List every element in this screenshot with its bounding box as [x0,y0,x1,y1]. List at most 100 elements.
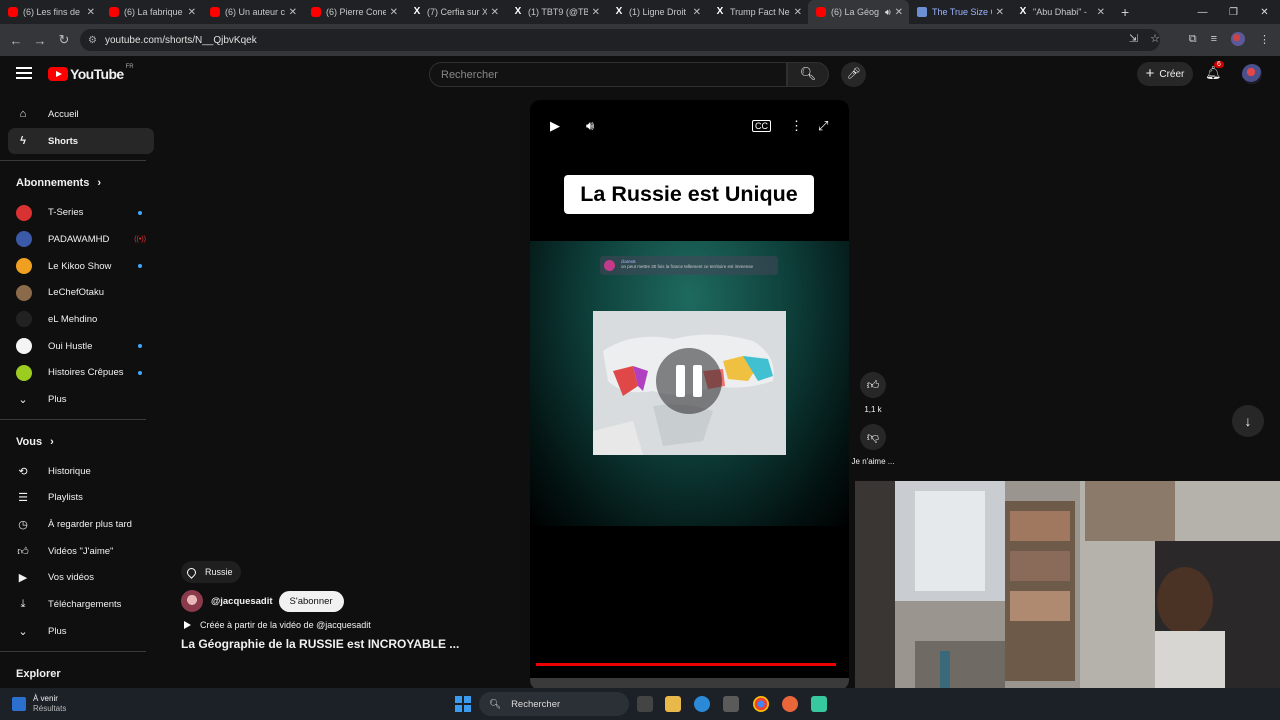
short-title[interactable]: La Géographie de la RUSSIE est INCROYABL… [181,637,511,651]
start-button-icon[interactable] [455,696,471,712]
browser-tab[interactable]: (6) La fabrique ✕ [101,0,202,24]
tab-close-icon[interactable]: ✕ [87,7,95,18]
sidebar-subscription-item[interactable]: Le Kikoo Show [8,253,154,280]
tab-close-icon[interactable]: ✕ [592,7,600,18]
browser-tab[interactable]: X (1) TBT9 (@TBT ✕ [505,0,606,24]
tab-close-icon[interactable]: ✕ [491,7,499,18]
tab-close-icon[interactable]: ✕ [794,7,802,18]
captions-icon[interactable]: CC [752,120,771,132]
sidebar-item-playlists[interactable]: ☰ Playlists [8,485,154,512]
you-header[interactable]: Vous › [8,426,154,458]
profile-avatar[interactable] [1231,32,1245,46]
notifications-button[interactable]: 🔔︎ 6 [1205,61,1224,81]
browser-menu-icon[interactable]: ⋮ [1259,33,1270,46]
browser-tab[interactable]: X Trump Fact Ne ✕ [707,0,808,24]
your-videos-icon: ▶ [18,572,28,585]
like-button[interactable]: 👍︎ [860,372,886,398]
new-tab-icon[interactable]: + [1121,4,1129,20]
next-short-button[interactable]: ↓ [1232,405,1264,437]
browser-tab[interactable]: X "Abu Dhabi" - ✕ [1010,0,1111,24]
fullscreen-icon[interactable]: ⤢ [818,118,828,134]
browser-tab[interactable]: X (7) Cerfia sur X ✕ [404,0,505,24]
browser-tab[interactable]: (6) Un auteur c ✕ [202,0,303,24]
tab-close-icon[interactable]: ✕ [1097,7,1105,18]
location-chip[interactable]: Russie [181,561,241,583]
sidebar-subscription-item[interactable]: eL Mehdino [8,306,154,333]
file-explorer-icon[interactable] [665,696,681,712]
x-favicon-icon: X [413,6,421,17]
sidebar-item-history[interactable]: ⟲ Historique [8,458,154,485]
reload-icon[interactable]: ↻ [52,32,76,48]
youtube-logo[interactable]: YouTube FR [48,64,134,82]
tab-close-icon[interactable]: ✕ [996,7,1004,18]
create-button[interactable]: + Créer [1137,62,1193,86]
install-app-icon[interactable]: ⇲ [1129,32,1138,45]
created-from-link[interactable]: Créée à partir de la vidéo de @jacquesad… [181,620,511,630]
sidebar-item-watch-later[interactable]: ◷ À regarder plus tard [8,511,154,538]
browser-tab[interactable]: (6) La Géog 🔊︎ ✕ [808,0,909,24]
store-icon[interactable] [723,696,739,712]
menu-icon[interactable] [16,67,32,79]
tab-close-icon[interactable]: ✕ [693,7,701,18]
minimize-icon[interactable]: — [1187,7,1218,18]
sidebar-item-downloads[interactable]: ⤓ Téléchargements [8,591,154,618]
tab-title: (6) Un auteur c [225,7,285,17]
channel-avatar[interactable] [181,590,203,612]
app-icon[interactable] [811,696,827,712]
tab-close-icon[interactable]: ✕ [289,7,297,18]
video-progress-bar[interactable] [536,663,836,666]
browser-tab[interactable]: The True Size O ✕ [909,0,1010,24]
edge-icon[interactable] [694,696,710,712]
browser-tab[interactable]: (6) Les fins de ✕ [0,0,101,24]
search-button[interactable]: 🔍︎ [787,62,829,87]
sidebar-item-your-videos[interactable]: ▶ Vos vidéos [8,565,154,592]
subscribe-button[interactable]: S'abonner [278,590,344,612]
live-icon: ((•)) [134,235,146,243]
sidebar-subscription-item[interactable]: LeChefOtaku [8,279,154,306]
play-button-icon[interactable]: ▶ [550,118,560,134]
browser-tab[interactable]: X (1) Ligne Droit ✕ [606,0,707,24]
region-code: FR [125,64,134,70]
sidebar-subscription-item[interactable]: Histoires Crêpues [8,360,154,387]
extensions-icon[interactable]: ⧉ [1189,33,1197,46]
search-input[interactable]: Rechercher [429,62,787,87]
sidebar-item-shorts[interactable]: ϟ Shorts [8,127,154,155]
voice-search-button[interactable]: 🎤︎ [841,62,866,87]
restore-icon[interactable]: ❐ [1218,7,1249,18]
back-icon[interactable]: ← [4,33,28,48]
sidebar-subscription-item[interactable]: Oui Hustle [8,333,154,360]
browser-tab[interactable]: (6) Pierre Cone ✕ [303,0,404,24]
site-info-icon[interactable]: ⚙ [88,35,97,46]
sidebar-subs-more[interactable]: ⌄ Plus [8,386,154,413]
bookmark-star-icon[interactable]: ☆ [1150,32,1160,45]
pause-overlay-icon[interactable] [656,348,722,414]
close-window-icon[interactable]: ✕ [1249,7,1280,18]
channel-handle[interactable]: @jacquesadit [211,596,273,607]
shorts-video-player[interactable]: ▶ 🔊︎ CC ⋮ ⤢ La Russie est Unique clarex6… [530,100,849,690]
media-control-icon[interactable]: ≡ [1211,33,1217,45]
chrome-icon[interactable] [753,696,769,712]
sidebar-item-label: Vidéos "J'aime" [48,545,114,557]
firefox-icon[interactable] [782,696,798,712]
forward-icon[interactable]: → [28,33,52,48]
sidebar-item-liked-videos[interactable]: 👍︎ Vidéos "J'aime" [8,538,154,565]
account-avatar[interactable] [1242,64,1262,84]
volume-icon[interactable]: 🔊︎ [586,118,594,134]
sidebar-subscription-item[interactable]: T-Series [8,199,154,226]
sidebar-subscription-item[interactable]: PADAWAMHD ((•)) [8,226,154,253]
address-bar[interactable]: ⚙ youtube.com/shorts/N__QjbvKqek [80,29,1160,51]
taskbar-search[interactable]: 🔍︎ Rechercher [479,692,629,716]
subscriptions-header[interactable]: Abonnements › [8,167,154,199]
sidebar-item-home[interactable]: ⌂ Accueil [8,101,154,128]
more-options-icon[interactable]: ⋮ [790,118,803,134]
tab-close-icon[interactable]: ✕ [390,7,398,18]
tab-audio-icon[interactable]: 🔊︎ [885,7,891,18]
tab-close-icon[interactable]: ✕ [895,7,903,18]
dislike-label: Je n'aime ... [851,457,895,466]
widgets-button[interactable]: À venir Résultats [12,694,66,714]
tab-close-icon[interactable]: ✕ [188,7,196,18]
task-view-icon[interactable] [637,696,653,712]
dislike-button[interactable]: 👎︎ [860,424,886,450]
sidebar-you-more[interactable]: ⌄ Plus [8,618,154,645]
sidebar-item-label: Oui Hustle [48,340,93,352]
